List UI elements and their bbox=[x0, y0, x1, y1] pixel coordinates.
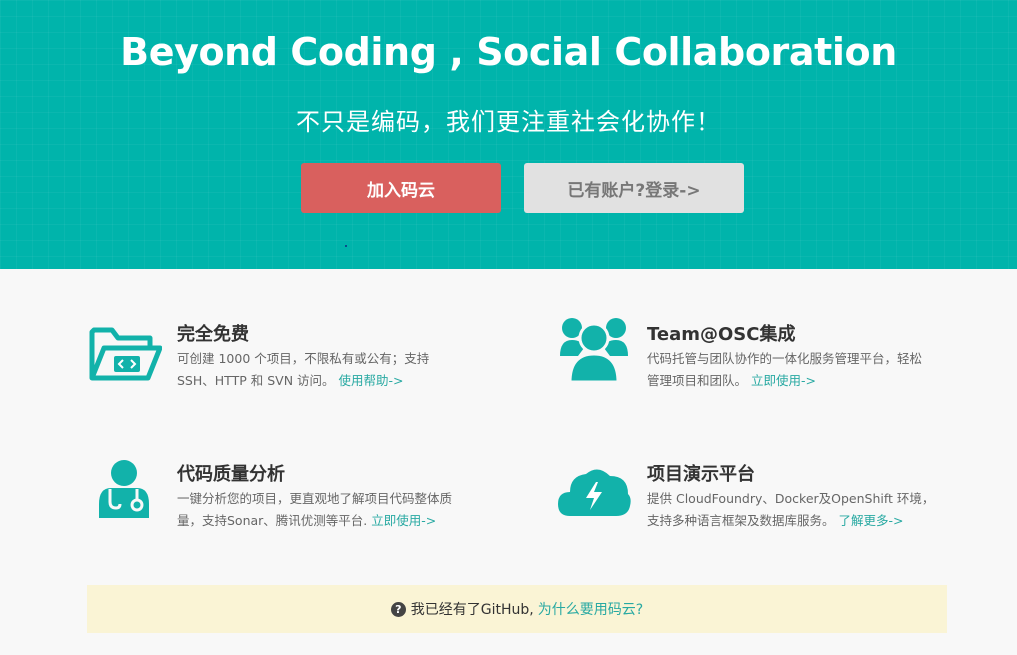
feature-team: Team@OSC集成 代码托管与团队协作的一体化服务管理平台，轻松 管理项目和团… bbox=[558, 316, 978, 406]
folder-code-icon bbox=[88, 318, 163, 388]
help-link[interactable]: 使用帮助-> bbox=[339, 373, 404, 388]
github-notice: ? 我已经有了GitHub, 为什么要用码云? bbox=[87, 585, 947, 633]
why-gitee-link[interactable]: 为什么要用码云? bbox=[538, 599, 643, 619]
question-circle-icon: ? bbox=[390, 601, 406, 617]
feature-desc: 可创建 1000 个项目，不限私有或公有；支持 SSH、HTTP 和 SVN 访… bbox=[177, 348, 429, 392]
hero-banner: Beyond Coding , Social Collaboration 不只是… bbox=[0, 0, 1017, 269]
feature-desc-line: 一键分析您的项目，更直观地了解项目代码整体质 bbox=[177, 491, 453, 506]
feature-free: 完全免费 可创建 1000 个项目，不限私有或公有；支持 SSH、HTTP 和 … bbox=[88, 318, 508, 408]
feature-desc: 提供 CloudFoundry、Docker及OpenShift 环境， 支持多… bbox=[647, 488, 934, 532]
team-group-icon bbox=[558, 316, 630, 388]
feature-demo: 项目演示平台 提供 CloudFoundry、Docker及OpenShift … bbox=[556, 462, 976, 552]
cloud-lightning-icon bbox=[556, 462, 632, 522]
feature-title: 代码质量分析 bbox=[177, 464, 285, 485]
login-button[interactable]: 已有账户?登录-> bbox=[524, 163, 744, 213]
feature-title: 完全免费 bbox=[177, 324, 249, 345]
hero-subtitle: 不只是编码，我们更注重社会化协作！ bbox=[296, 108, 721, 136]
feature-desc-line: SSH、HTTP 和 SVN 访问。 bbox=[177, 373, 335, 388]
feature-desc-line: 管理项目和团队。 bbox=[647, 373, 748, 388]
feature-desc-line: 可创建 1000 个项目，不限私有或公有；支持 bbox=[177, 351, 430, 366]
feature-title: 项目演示平台 bbox=[647, 464, 755, 485]
notice-text: 我已经有了GitHub, bbox=[410, 602, 534, 618]
feature-title: Team@OSC集成 bbox=[647, 324, 796, 345]
hero-title: Beyond Coding , Social Collaboration bbox=[120, 30, 897, 74]
feature-desc-line: 代码托管与团队协作的一体化服务管理平台，轻松 bbox=[647, 351, 923, 366]
feature-desc-line: 量，支持Sonar、腾讯优测等平台. bbox=[177, 513, 368, 528]
hero-dot bbox=[345, 245, 347, 247]
feature-desc-line: 支持多种语言框架及数据库服务。 bbox=[647, 513, 835, 528]
feature-desc: 代码托管与团队协作的一体化服务管理平台，轻松 管理项目和团队。 立即使用-> bbox=[647, 348, 922, 392]
doctor-stethoscope-icon bbox=[97, 460, 153, 524]
feature-desc: 一键分析您的项目，更直观地了解项目代码整体质 量，支持Sonar、腾讯优测等平台… bbox=[177, 488, 452, 532]
feature-desc-line: 提供 CloudFoundry、Docker及OpenShift 环境， bbox=[647, 491, 935, 506]
feature-quality: 代码质量分析 一键分析您的项目，更直观地了解项目代码整体质 量，支持Sonar、… bbox=[97, 460, 517, 550]
join-button[interactable]: 加入码云 bbox=[301, 163, 501, 213]
use-now-link[interactable]: 立即使用-> bbox=[751, 373, 816, 388]
use-now-link[interactable]: 立即使用-> bbox=[371, 513, 436, 528]
learn-more-link[interactable]: 了解更多-> bbox=[839, 513, 904, 528]
